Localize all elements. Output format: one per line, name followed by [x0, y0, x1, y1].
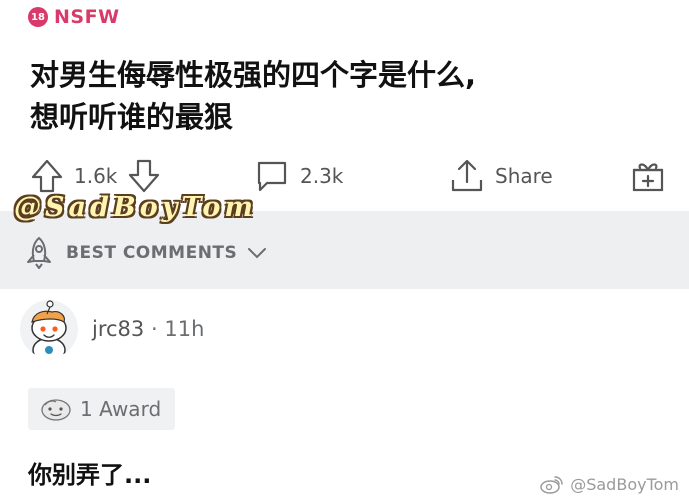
give-award-button[interactable] [630, 158, 666, 194]
gift-icon [632, 163, 664, 192]
nsfw-tag: 18 NSFW [28, 6, 120, 28]
comment-body: 你别弄了... [28, 461, 152, 489]
comment-username[interactable]: jrc83 [92, 317, 144, 341]
meta-separator: · [150, 317, 158, 341]
sort-dropdown[interactable]: BEST COMMENTS [22, 235, 267, 271]
post-title: 对男生侮辱性极强的四个字是什么, 想听听谁的最狠 [30, 54, 660, 138]
award-badge[interactable]: 1 Award [28, 388, 176, 430]
rocket-icon [27, 237, 51, 269]
post-title-line-1: 对男生侮辱性极强的四个字是什么, [30, 58, 477, 92]
comments-button[interactable]: 2.3k [254, 158, 343, 194]
award-icon [41, 399, 71, 421]
weibo-icon [540, 476, 563, 494]
overlay-watermark: @SadBoyTom [14, 192, 257, 223]
footer-watermark-text: @SadBoyTom [570, 474, 679, 494]
vote-group: 1.6k [30, 158, 161, 194]
downvote-icon[interactable] [127, 158, 161, 194]
avatar[interactable] [20, 300, 78, 358]
comment-icon [257, 161, 287, 192]
comment-header: jrc83 · 11h [20, 300, 204, 358]
nsfw-label: NSFW [54, 6, 120, 28]
upvote-count: 1.6k [74, 164, 118, 188]
comment-meta: jrc83 · 11h [92, 317, 204, 341]
sort-label: BEST COMMENTS [66, 243, 238, 263]
avatar-icon [31, 300, 67, 358]
comment-count: 2.3k [300, 164, 344, 188]
comment-age: 11h [164, 317, 205, 341]
award-label: 1 Award [80, 397, 162, 421]
chevron-down-icon [248, 248, 267, 259]
nsfw-18-icon: 18 [28, 7, 48, 27]
share-icon [451, 159, 483, 192]
footer-watermark: @SadBoyTom [540, 474, 679, 494]
upvote-icon[interactable] [30, 158, 64, 194]
post-title-line-2: 想听听谁的最狠 [30, 100, 234, 134]
share-label: Share [495, 164, 553, 188]
share-button[interactable]: Share [449, 158, 553, 194]
